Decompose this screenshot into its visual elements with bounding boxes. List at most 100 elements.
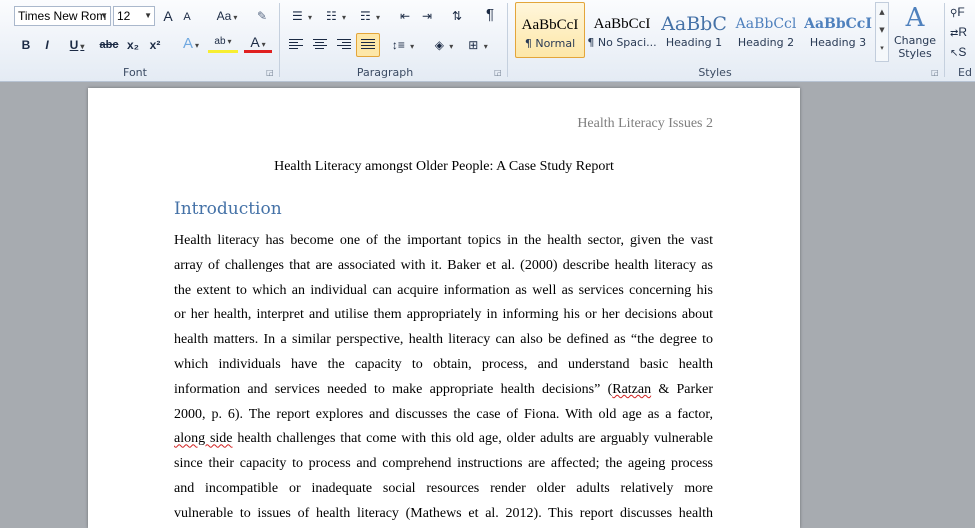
section-heading[interactable]: Introduction [174,199,282,219]
text-line[interactable]: the extent to which an individual can ac… [174,279,713,304]
style-preview: AaBbCcI [521,17,579,33]
gallery-up-icon[interactable]: ▲ [876,3,888,21]
text-line[interactable]: information and services needed to make … [174,378,713,403]
borders-button[interactable]: ⊞ [464,35,492,55]
body-text[interactable]: Health literacy has become one of the im… [174,229,713,527]
replace-label: R [958,25,968,39]
change-styles-button[interactable]: A Change Styles [893,2,937,62]
italic-button[interactable]: I [40,35,54,55]
bold-button[interactable]: B [18,35,34,55]
style-name: ¶ Normal [524,37,576,50]
gallery-more-icon[interactable]: ▾ [876,39,888,57]
align-right-button[interactable] [334,35,354,55]
text-line[interactable]: Health literacy has become one of the im… [174,229,713,254]
paragraph-dialog-launcher-icon[interactable]: ◲ [494,68,502,77]
change-case-button[interactable]: Aa [212,6,242,26]
text-line[interactable]: along side health challenges that come w… [174,427,713,452]
gallery-down-icon[interactable]: ▼ [876,21,888,39]
highlight-button[interactable]: ab [208,34,238,53]
borders-icon: ⊞ [468,38,479,52]
multilevel-list-icon: ☶ [359,9,371,23]
grow-font-button[interactable]: A [160,6,176,26]
increase-indent-icon: ⇥ [421,9,433,23]
increase-indent-button[interactable]: ⇥ [418,6,436,26]
separator [507,3,508,77]
numbering-icon: ☷ [325,9,337,23]
superscript-button[interactable]: x² [146,35,164,55]
font-color-button[interactable]: A [244,34,272,53]
sort-button[interactable]: ⇅ [448,6,466,26]
font-size-dropdown-icon[interactable]: ▼ [144,7,152,25]
text-line[interactable]: which individuals have the capacity to o… [174,353,713,378]
text-effects-button[interactable]: A [178,34,204,54]
show-formatting-button[interactable]: ¶ [482,5,498,25]
document-page[interactable]: Health Literacy Issues 2 Health Literacy… [88,88,800,528]
bullets-button[interactable]: ☰ [288,6,316,26]
style-name: Heading 1 [665,36,723,49]
strikethrough-button[interactable]: abc [98,35,120,55]
font-size-value: 12 [117,9,131,23]
line-spacing-button[interactable]: ↕≡ [388,35,418,55]
font-name-box[interactable]: Times New Rom ▼ [14,6,111,26]
align-left-icon [289,39,303,51]
styles-group-label: Styles [698,66,732,79]
style-normal[interactable]: AaBbCcI ¶ Normal [515,2,585,58]
font-dialog-launcher-icon[interactable]: ◲ [266,68,274,77]
underline-button[interactable]: U [64,35,90,55]
styles-gallery-scroll[interactable]: ▲ ▼ ▾ [875,2,889,62]
shading-button[interactable]: ◈ [430,35,458,55]
line-spacing-icon: ↕≡ [391,38,405,52]
paragraph-group-label: Paragraph [356,66,414,79]
font-name-dropdown-icon[interactable]: ▼ [100,7,108,25]
text-line[interactable]: since their capacity to process and comp… [174,452,713,477]
font-name-value: Times New Rom [18,9,107,23]
ribbon: Times New Rom ▼ 12 ▼ A A Aa ✎ B I U abc … [0,0,975,82]
text-line[interactable]: or her health, interpret and utilise the… [174,303,713,328]
justify-icon [361,39,375,51]
change-styles-label: Change Styles [893,34,937,60]
replace-button[interactable]: ⇄R [950,22,974,42]
style-name: ¶ No Spaci... [587,36,657,49]
text-line[interactable]: and incompatible or inadequate social re… [174,477,713,502]
justify-button[interactable] [356,33,380,57]
style-preview: AaBbCcI [804,16,872,32]
change-styles-icon: A [905,3,925,33]
align-center-button[interactable] [310,35,330,55]
text-line[interactable]: health matters. In a similar perspective… [174,328,713,353]
align-right-icon [337,39,351,51]
clear-formatting-icon[interactable]: ✎ [252,6,272,26]
numbering-button[interactable]: ☷ [322,6,350,26]
bullets-icon: ☰ [291,9,303,23]
multilevel-list-button[interactable]: ☶ [356,6,384,26]
font-group-label: Font [123,66,147,79]
style-heading-2[interactable]: AaBbCcl Heading 2 [731,2,801,58]
page-header[interactable]: Health Literacy Issues 2 [577,116,713,132]
style-preview: AaBbC [661,13,727,35]
select-button[interactable]: ↖S [950,42,974,62]
document-title[interactable]: Health Literacy amongst Older People: A … [88,159,800,175]
style-heading-1[interactable]: AaBbC Heading 1 [659,2,729,58]
style-name: Heading 3 [809,36,867,49]
sort-icon: ⇅ [451,9,463,23]
style-heading-3[interactable]: AaBbCcI Heading 3 [803,2,873,58]
separator [279,3,280,77]
style-preview: AaBbCcI [593,16,651,32]
subscript-button[interactable]: x₂ [124,35,142,55]
find-label: F [957,5,965,19]
text-line[interactable]: 2000, p. 6). The report explores and dis… [174,403,713,428]
style-no-spacing[interactable]: AaBbCcI ¶ No Spaci... [587,2,657,58]
styles-dialog-launcher-icon[interactable]: ◲ [931,68,939,77]
decrease-indent-button[interactable]: ⇤ [396,6,414,26]
find-button[interactable]: ⚲F [950,2,974,22]
text-line[interactable]: array of challenges that are associated … [174,254,713,279]
styles-gallery: AaBbCcI ¶ Normal AaBbCcI ¶ No Spaci... A… [513,2,875,60]
style-name: Heading 2 [737,36,795,49]
select-label: S [958,45,967,59]
align-center-icon [313,39,327,51]
text-line[interactable]: vulnerable to issues of health literacy … [174,502,713,527]
font-size-box[interactable]: 12 ▼ [113,6,155,26]
editing-group-label: Ed [958,66,972,79]
align-left-button[interactable] [286,35,306,55]
shrink-font-button[interactable]: A [180,7,194,27]
decrease-indent-icon: ⇤ [399,9,411,23]
